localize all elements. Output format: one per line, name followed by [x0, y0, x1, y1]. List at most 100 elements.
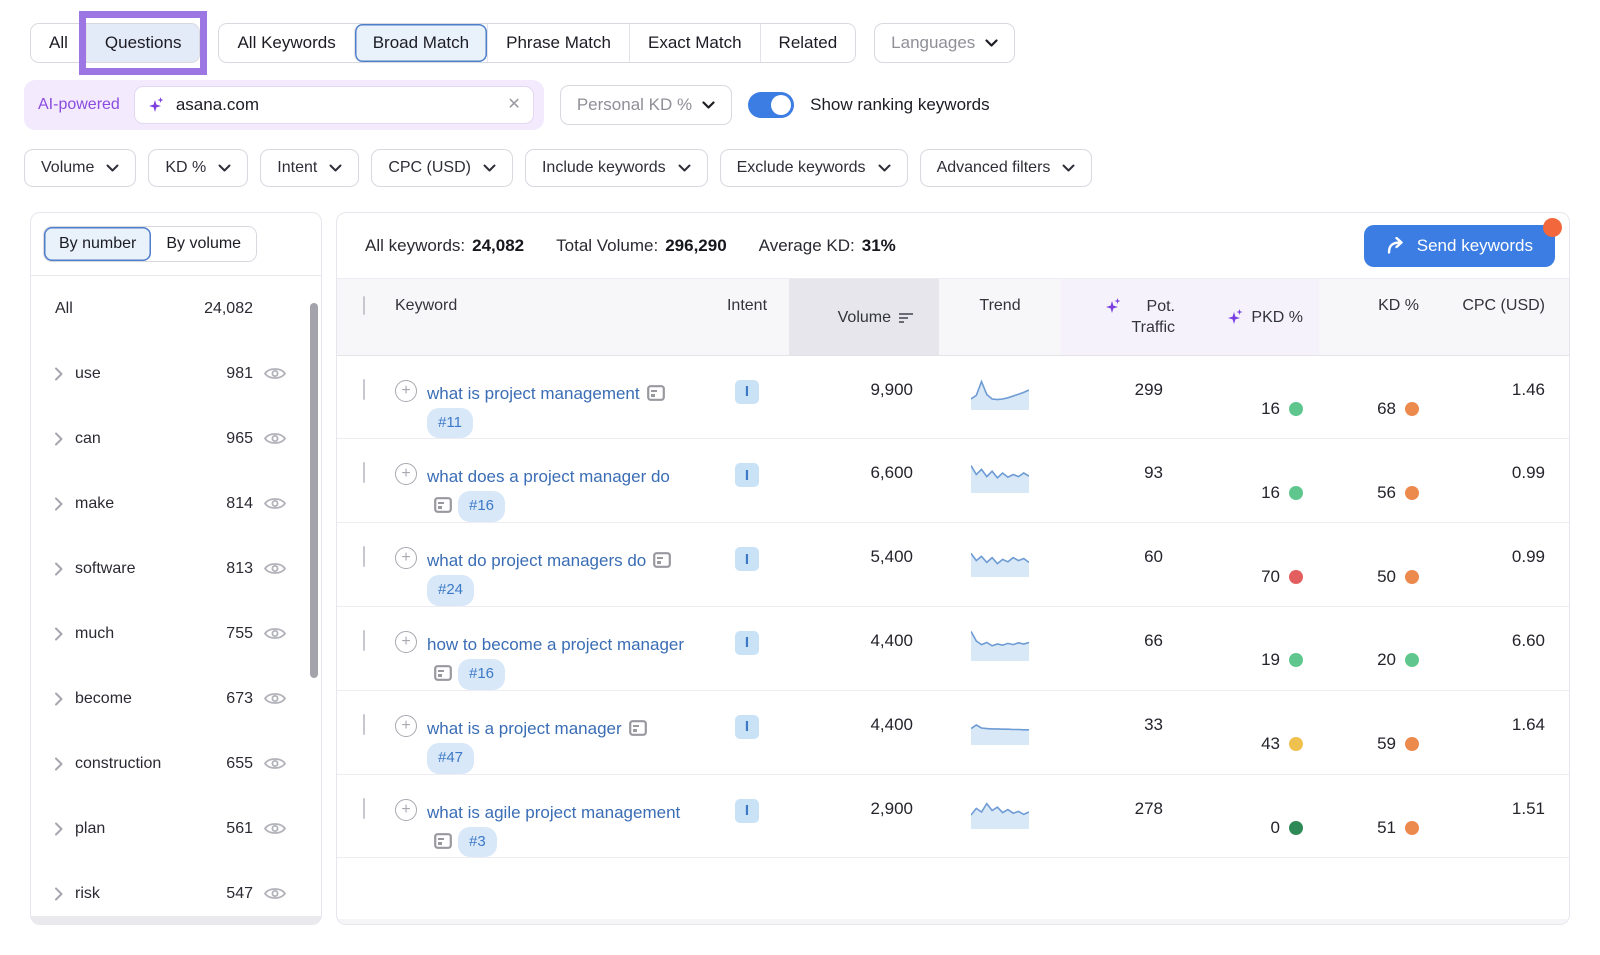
serp-features-icon[interactable] — [434, 497, 452, 513]
filter-volume[interactable]: Volume — [24, 149, 136, 187]
intent-header[interactable]: Intent — [705, 279, 789, 355]
eye-icon[interactable] — [263, 366, 287, 381]
keyword-header[interactable]: Keyword — [395, 279, 705, 355]
row-checkbox[interactable] — [363, 379, 365, 400]
eye-icon[interactable] — [263, 886, 287, 901]
ranking-position-badge[interactable]: #24 — [427, 575, 474, 606]
keyword-link[interactable]: what is a project manager — [427, 719, 622, 738]
eye-icon[interactable] — [263, 431, 287, 446]
chevron-right-icon[interactable] — [49, 692, 69, 706]
ranking-position-badge[interactable]: #16 — [458, 491, 505, 522]
potential-traffic-header[interactable]: Pot.Traffic — [1061, 279, 1189, 355]
row-checkbox[interactable] — [363, 630, 365, 651]
add-keyword-icon[interactable]: + — [395, 380, 417, 402]
sidebar-group-use[interactable]: use 981 — [31, 341, 321, 406]
serp-features-icon[interactable] — [434, 665, 452, 681]
add-keyword-icon[interactable]: + — [395, 631, 417, 653]
tab-related[interactable]: Related — [760, 24, 856, 62]
eye-icon[interactable] — [263, 626, 287, 641]
sidebar-all-row[interactable]: All 24,082 — [31, 276, 321, 341]
volume-header[interactable]: Volume — [789, 279, 939, 355]
intent-badge[interactable]: I — [735, 547, 759, 571]
show-ranking-keywords-toggle[interactable] — [748, 92, 794, 118]
kd-header[interactable]: KD % — [1319, 279, 1437, 355]
languages-dropdown[interactable]: Languages — [874, 23, 1015, 63]
sort-by-number[interactable]: By number — [44, 227, 151, 261]
intent-badge[interactable]: I — [735, 380, 759, 404]
keyword-link[interactable]: how to become a project manager — [427, 635, 684, 654]
row-checkbox[interactable] — [363, 798, 365, 819]
sidebar-group-much[interactable]: much 755 — [31, 601, 321, 666]
clear-search-icon[interactable]: ✕ — [507, 97, 520, 113]
filter-intent[interactable]: Intent — [260, 149, 359, 187]
group-label: become — [75, 690, 226, 708]
eye-icon[interactable] — [263, 691, 287, 706]
ranking-position-badge[interactable]: #11 — [427, 408, 473, 439]
keyword-link[interactable]: what is project management — [427, 384, 640, 403]
keyword-link[interactable]: what does a project manager do — [427, 467, 670, 486]
eye-icon[interactable] — [263, 756, 287, 771]
pkd-header[interactable]: PKD % — [1189, 279, 1319, 355]
chevron-right-icon[interactable] — [49, 367, 69, 381]
serp-features-icon[interactable] — [434, 833, 452, 849]
tab-broad-match[interactable]: Broad Match — [354, 24, 487, 62]
sidebar-group-construction[interactable]: construction 655 — [31, 731, 321, 796]
filter-cpc-usd-[interactable]: CPC (USD) — [371, 149, 513, 187]
filter-exclude-keywords[interactable]: Exclude keywords — [720, 149, 908, 187]
ranking-position-badge[interactable]: #16 — [458, 659, 505, 690]
intent-badge[interactable]: I — [735, 631, 759, 655]
add-keyword-icon[interactable]: + — [395, 547, 417, 569]
row-checkbox[interactable] — [363, 714, 365, 735]
tab-questions[interactable]: Questions — [86, 24, 200, 62]
personal-kd-dropdown[interactable]: Personal KD % — [560, 85, 732, 125]
chevron-right-icon[interactable] — [49, 887, 69, 901]
chevron-right-icon[interactable] — [49, 562, 69, 576]
filter-include-keywords[interactable]: Include keywords — [525, 149, 708, 187]
tab-all-keywords[interactable]: All Keywords — [219, 24, 353, 62]
group-count: 547 — [226, 885, 253, 903]
sidebar-scrollbar-thumb[interactable] — [310, 303, 318, 678]
sidebar-group-software[interactable]: software 813 — [31, 536, 321, 601]
add-keyword-icon[interactable]: + — [395, 715, 417, 737]
tab-all[interactable]: All — [31, 24, 86, 62]
cpc-header[interactable]: CPC (USD) — [1437, 279, 1569, 355]
keyword-search-input[interactable] — [176, 95, 498, 115]
eye-icon[interactable] — [263, 821, 287, 836]
ranking-position-badge[interactable]: #47 — [427, 743, 474, 774]
chevron-right-icon[interactable] — [49, 757, 69, 771]
tab-exact-match[interactable]: Exact Match — [629, 24, 760, 62]
ranking-position-badge[interactable]: #3 — [458, 827, 497, 858]
add-keyword-icon[interactable]: + — [395, 463, 417, 485]
sidebar-group-can[interactable]: can 965 — [31, 406, 321, 471]
serp-features-icon[interactable] — [629, 720, 647, 736]
keyword-link[interactable]: what do project managers do — [427, 551, 646, 570]
chevron-right-icon[interactable] — [49, 627, 69, 641]
group-count: 814 — [226, 495, 253, 513]
keyword-link[interactable]: what is agile project management — [427, 803, 680, 822]
intent-badge[interactable]: I — [735, 799, 759, 823]
chevron-right-icon[interactable] — [49, 497, 69, 511]
intent-badge[interactable]: I — [735, 463, 759, 487]
sidebar-group-become[interactable]: become 673 — [31, 666, 321, 731]
sidebar-group-make[interactable]: make 814 — [31, 471, 321, 536]
trend-header[interactable]: Trend — [939, 279, 1061, 355]
filter-advanced-filters[interactable]: Advanced filters — [920, 149, 1093, 187]
chevron-right-icon[interactable] — [49, 432, 69, 446]
row-checkbox[interactable] — [363, 462, 365, 483]
sidebar-horizontal-scrollbar[interactable] — [31, 916, 321, 924]
eye-icon[interactable] — [263, 561, 287, 576]
chevron-right-icon[interactable] — [49, 822, 69, 836]
row-checkbox[interactable] — [363, 546, 365, 567]
chevron-down-icon — [678, 164, 691, 172]
add-keyword-icon[interactable]: + — [395, 799, 417, 821]
send-keywords-button[interactable]: Send keywords — [1364, 225, 1555, 267]
select-all-checkbox[interactable] — [363, 296, 365, 315]
serp-features-icon[interactable] — [647, 385, 665, 401]
filter-kd-[interactable]: KD % — [148, 149, 248, 187]
tab-phrase-match[interactable]: Phrase Match — [487, 24, 629, 62]
eye-icon[interactable] — [263, 496, 287, 511]
sort-by-volume[interactable]: By volume — [151, 227, 256, 261]
intent-badge[interactable]: I — [735, 715, 759, 739]
serp-features-icon[interactable] — [653, 552, 671, 568]
sidebar-group-plan[interactable]: plan 561 — [31, 796, 321, 861]
